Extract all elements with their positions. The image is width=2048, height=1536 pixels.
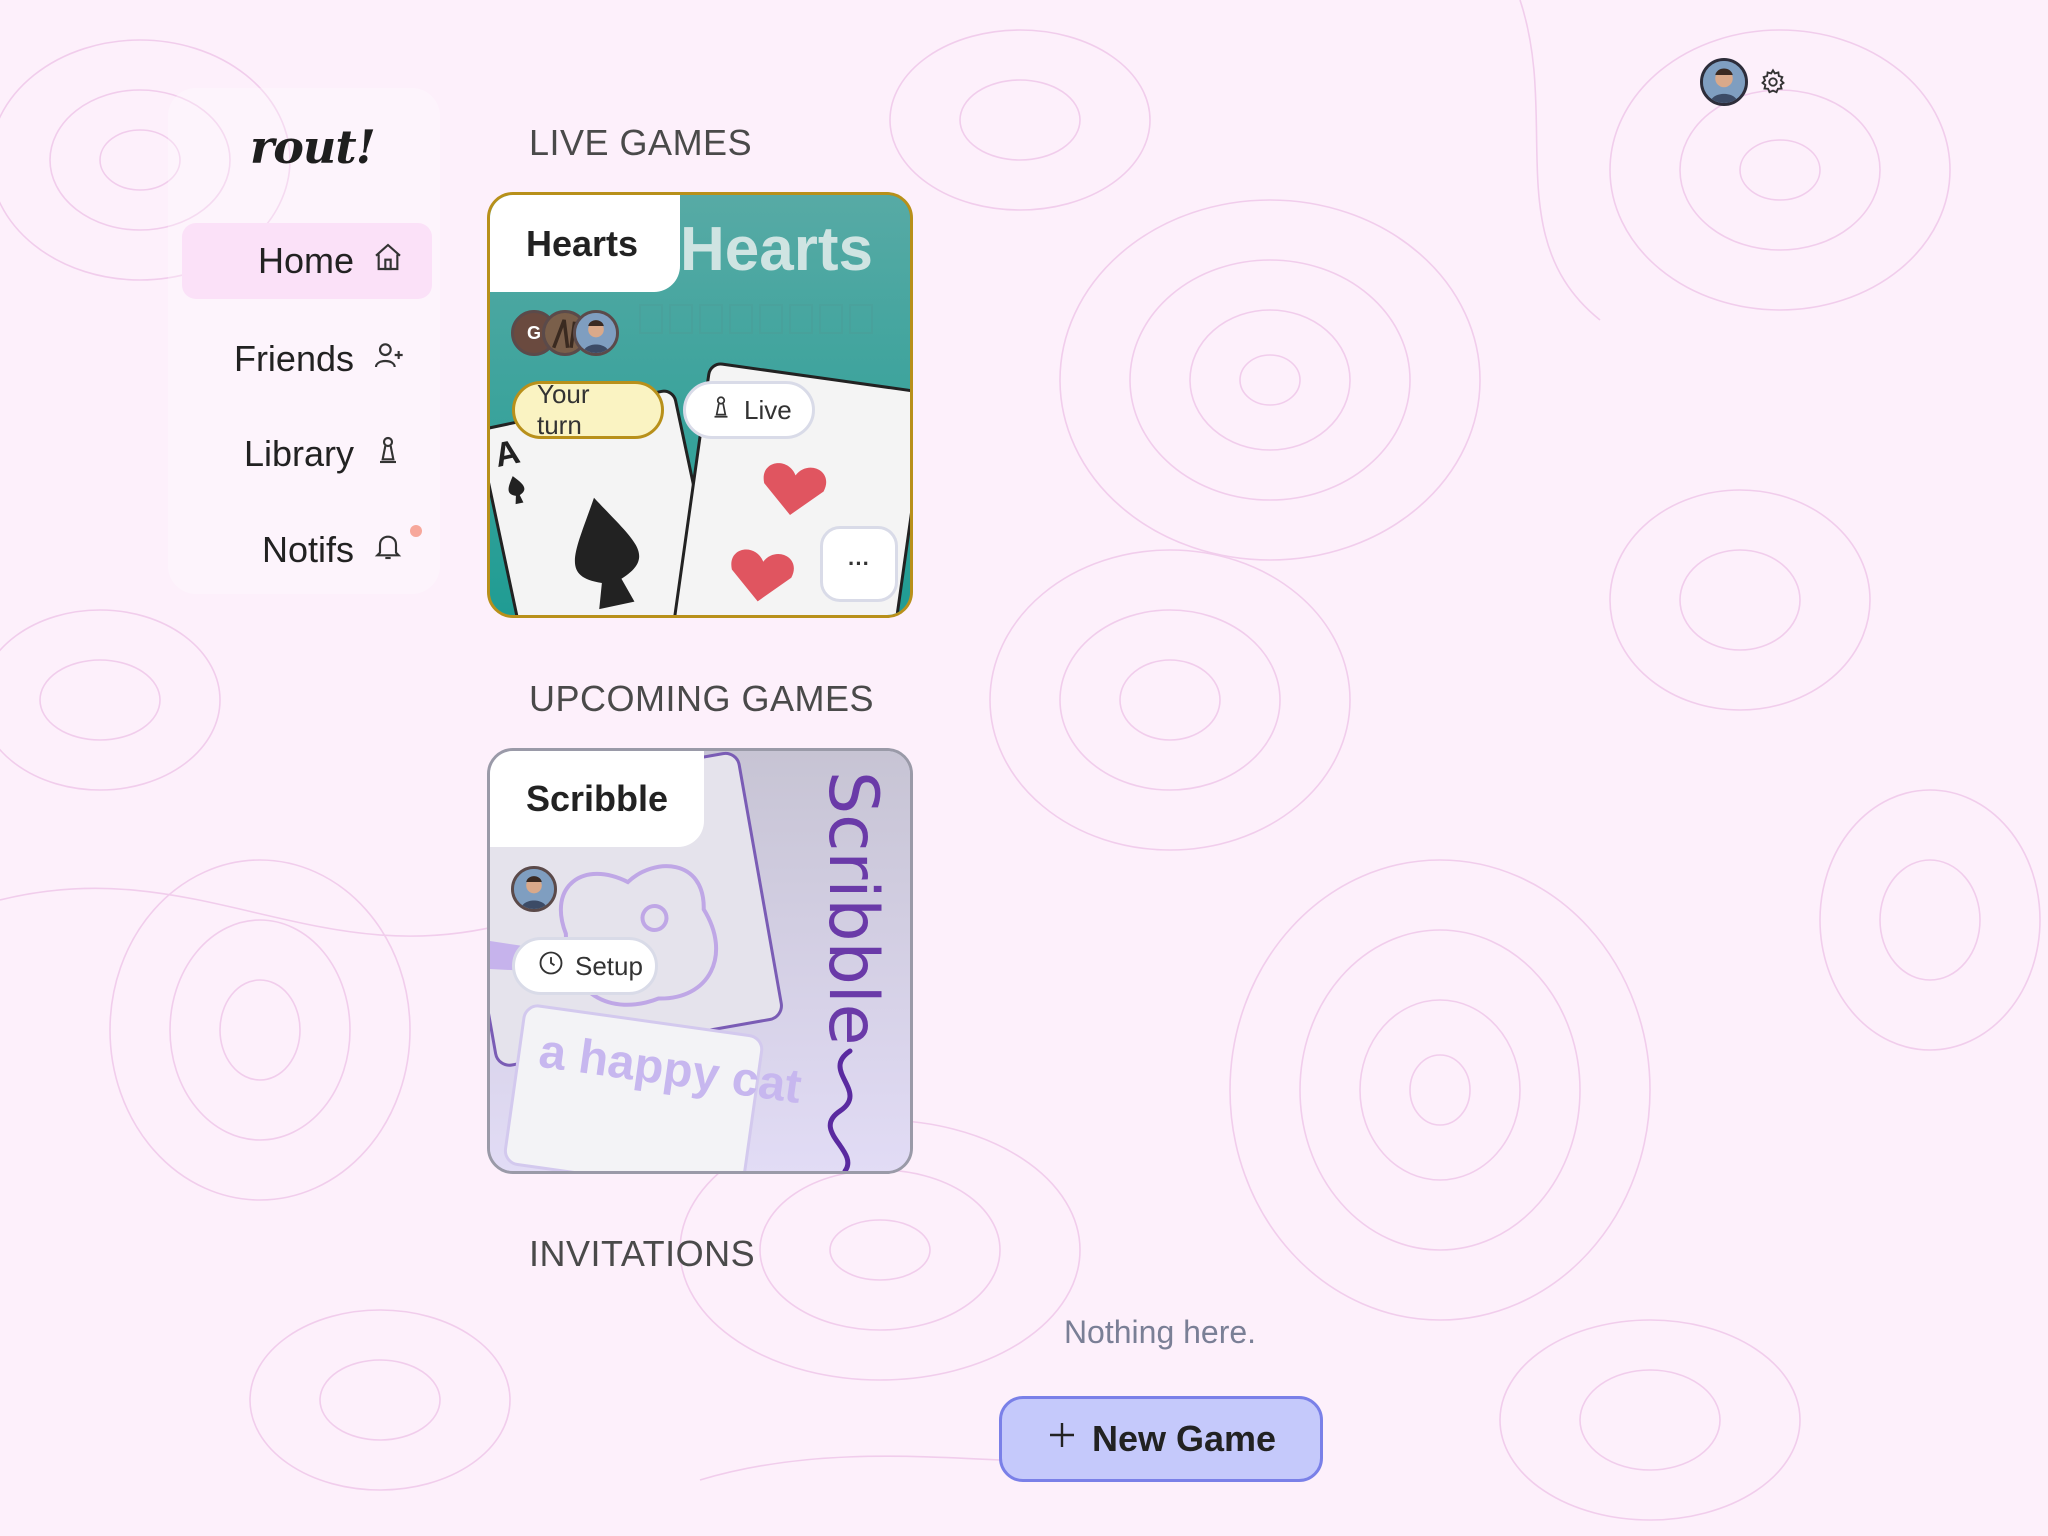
new-game-button[interactable]: New Game bbox=[999, 1396, 1323, 1482]
section-title-live-games: LIVE GAMES bbox=[529, 122, 753, 163]
live-status-badge: Live bbox=[683, 381, 815, 439]
live-status-label: Live bbox=[744, 394, 792, 425]
invitations-empty-text: Nothing here. bbox=[1063, 1314, 1257, 1350]
nav-home-label: Home bbox=[257, 240, 354, 281]
more-icon: ··· bbox=[848, 551, 870, 576]
setup-status-label: Setup bbox=[575, 950, 643, 981]
hearts-art-title: Hearts bbox=[680, 215, 873, 284]
player-avatar[interactable] bbox=[511, 866, 557, 912]
live-game-card-hearts[interactable]: A Hearts Hearts G Your turn Live ··· bbox=[487, 192, 913, 618]
your-turn-badge: Your turn bbox=[512, 379, 664, 440]
section-title-invitations: INVITATIONS bbox=[529, 1233, 756, 1274]
nav-notifs-label: Notifs bbox=[261, 529, 354, 570]
your-turn-label: Your turn bbox=[537, 379, 590, 440]
nav-item-home[interactable]: Home bbox=[182, 223, 432, 299]
game-title-tab: Scribble bbox=[490, 751, 704, 847]
nav-item-friends[interactable]: Friends bbox=[182, 321, 432, 397]
unread-indicator bbox=[410, 525, 422, 537]
avatar-initial: G bbox=[526, 322, 541, 343]
home-icon bbox=[372, 240, 404, 282]
new-game-label: New Game bbox=[1091, 1418, 1277, 1459]
pawn-icon bbox=[372, 433, 404, 475]
gear-icon[interactable] bbox=[1759, 68, 1787, 96]
nav-library-label: Library bbox=[243, 433, 354, 474]
game-title-tab: Hearts bbox=[490, 195, 680, 292]
player-avatar[interactable] bbox=[573, 310, 619, 356]
section-title-upcoming-games: UPCOMING GAMES bbox=[529, 678, 875, 719]
nav-friends-label: Friends bbox=[233, 338, 354, 379]
user-avatar[interactable] bbox=[1700, 58, 1748, 106]
upcoming-game-card-scribble[interactable]: a happy cat Scribble Scribble Setup bbox=[487, 748, 913, 1174]
bell-icon bbox=[372, 529, 404, 571]
nav-item-library[interactable]: Library bbox=[182, 416, 432, 492]
game-title: Hearts bbox=[526, 222, 639, 264]
game-title: Scribble bbox=[526, 778, 669, 819]
scribble-art-title: Scribble bbox=[813, 771, 892, 1045]
plus-icon bbox=[1046, 1418, 1078, 1460]
setup-status-badge: Setup bbox=[512, 937, 658, 995]
app-logo[interactable]: rout! bbox=[250, 120, 376, 174]
add-friend-icon bbox=[372, 338, 404, 380]
clock-icon bbox=[537, 949, 565, 984]
pawn-icon bbox=[708, 394, 734, 427]
more-options-button[interactable]: ··· bbox=[820, 526, 898, 602]
nav-item-notifs[interactable]: Notifs bbox=[182, 512, 432, 588]
